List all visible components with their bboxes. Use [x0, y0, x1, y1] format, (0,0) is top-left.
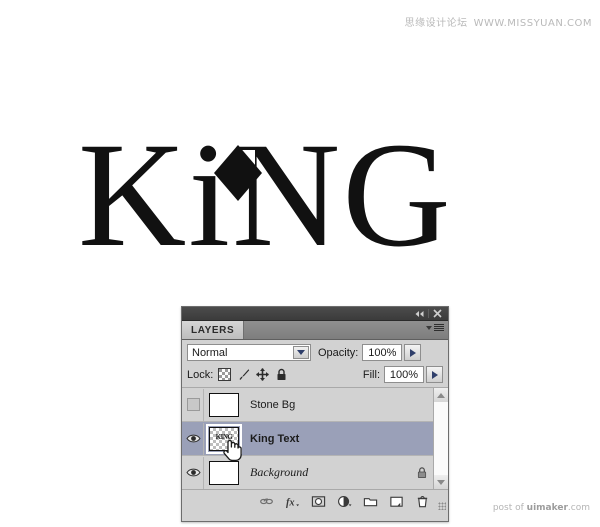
- panel-resize-grip[interactable]: [438, 502, 446, 510]
- lock-label: Lock:: [187, 368, 214, 381]
- table-row[interactable]: KING King Text: [182, 422, 448, 456]
- panel-tabbar: LAYERS: [182, 321, 448, 340]
- footer-credit: post of uimaker.com: [493, 503, 590, 513]
- credit-suffix: .com: [567, 503, 590, 513]
- layer-thumbnail-cell: KING: [204, 423, 244, 454]
- layers-panel-toolbar: fx: [182, 490, 448, 512]
- collapse-panel-icon[interactable]: [412, 308, 427, 320]
- hamburger-icon: [434, 324, 444, 331]
- opacity-label: Opacity:: [318, 346, 359, 359]
- watermark-url: WWW.MISSYUAN.COM: [473, 18, 592, 29]
- panel-titlebar: [182, 307, 448, 321]
- layer-style-fx-icon[interactable]: fx: [285, 494, 300, 509]
- king-text-artwork: KiNG: [78, 112, 453, 278]
- layer-visibility-toggle[interactable]: [184, 388, 204, 421]
- tab-layers[interactable]: LAYERS: [182, 321, 245, 339]
- adjustment-layer-icon[interactable]: [337, 494, 352, 509]
- layer-name[interactable]: Stone Bg: [250, 399, 295, 411]
- layer-thumbnail[interactable]: KING: [206, 423, 242, 454]
- credit-brand: uimaker: [526, 503, 568, 513]
- tab-layers-label: LAYERS: [191, 324, 235, 336]
- layer-locked-padlock-icon: [417, 467, 427, 478]
- layer-thumbnail-cell: [204, 392, 244, 417]
- layer-name[interactable]: King Text: [250, 433, 299, 445]
- chevron-down-icon[interactable]: [293, 346, 309, 359]
- scrollbar-track[interactable]: [434, 402, 448, 475]
- fill-stepper[interactable]: [426, 366, 443, 383]
- lock-transparency-icon[interactable]: [218, 368, 232, 381]
- opacity-input[interactable]: 100%: [362, 344, 403, 361]
- layer-visibility-toggle[interactable]: [184, 456, 204, 489]
- eye-icon: [186, 434, 201, 443]
- new-layer-icon[interactable]: [389, 494, 404, 509]
- link-layers-icon[interactable]: [259, 494, 274, 509]
- double-left-arrow-icon: [415, 310, 424, 317]
- panel-menu-icon[interactable]: [426, 324, 444, 331]
- layer-name[interactable]: Background: [250, 465, 308, 480]
- layer-thumbnail[interactable]: [209, 460, 239, 485]
- eye-empty-icon: [187, 398, 200, 411]
- credit-prefix: post of: [492, 503, 527, 513]
- blend-mode-value: Normal: [192, 346, 228, 359]
- new-group-folder-icon[interactable]: [363, 494, 378, 509]
- layer-list-scrollbar[interactable]: [433, 388, 448, 489]
- opacity-stepper[interactable]: [404, 344, 422, 361]
- table-row[interactable]: Background: [182, 456, 448, 489]
- thumbnail-mini-text: KING: [215, 432, 233, 441]
- eye-icon: [186, 468, 201, 477]
- watermark-chinese-text: 思缘设计论坛: [404, 18, 468, 29]
- lock-all-padlock-icon[interactable]: [275, 368, 288, 381]
- layer-visibility-toggle[interactable]: [184, 422, 204, 455]
- delete-layer-trash-icon[interactable]: [415, 494, 430, 509]
- layer-thumbnail-cell: [204, 460, 244, 485]
- svg-text:fx: fx: [286, 497, 295, 508]
- scroll-up-icon[interactable]: [434, 388, 448, 402]
- lock-image-pixels-brush-icon[interactable]: [237, 368, 250, 381]
- table-row[interactable]: Stone Bg: [182, 388, 448, 422]
- close-panel-icon[interactable]: [430, 308, 445, 320]
- fill-input[interactable]: 100%: [384, 366, 424, 383]
- lock-position-move-icon[interactable]: [256, 368, 270, 381]
- blend-mode-select[interactable]: Normal: [187, 344, 311, 361]
- watermark: 思缘设计论坛 WWW.MISSYUAN.COM: [405, 14, 592, 29]
- blend-mode-row: Normal Opacity: 100%: [182, 340, 448, 364]
- lock-icon-group: [218, 368, 288, 381]
- layer-mask-icon[interactable]: [311, 494, 326, 509]
- layers-panel: LAYERS Normal Opacity: 100% Lock: Fill: …: [181, 306, 449, 522]
- close-icon: [433, 309, 442, 318]
- menu-triangle-icon: [426, 325, 432, 330]
- scroll-down-icon[interactable]: [434, 475, 448, 489]
- lock-row: Lock: Fill: 100%: [182, 364, 448, 388]
- canvas-artwork: KiNG: [0, 120, 540, 310]
- layer-thumbnail[interactable]: [209, 392, 239, 417]
- fill-label: Fill:: [362, 368, 380, 381]
- layer-list: Stone Bg KING King Text Background: [182, 388, 448, 490]
- titlebar-separator: [428, 309, 429, 318]
